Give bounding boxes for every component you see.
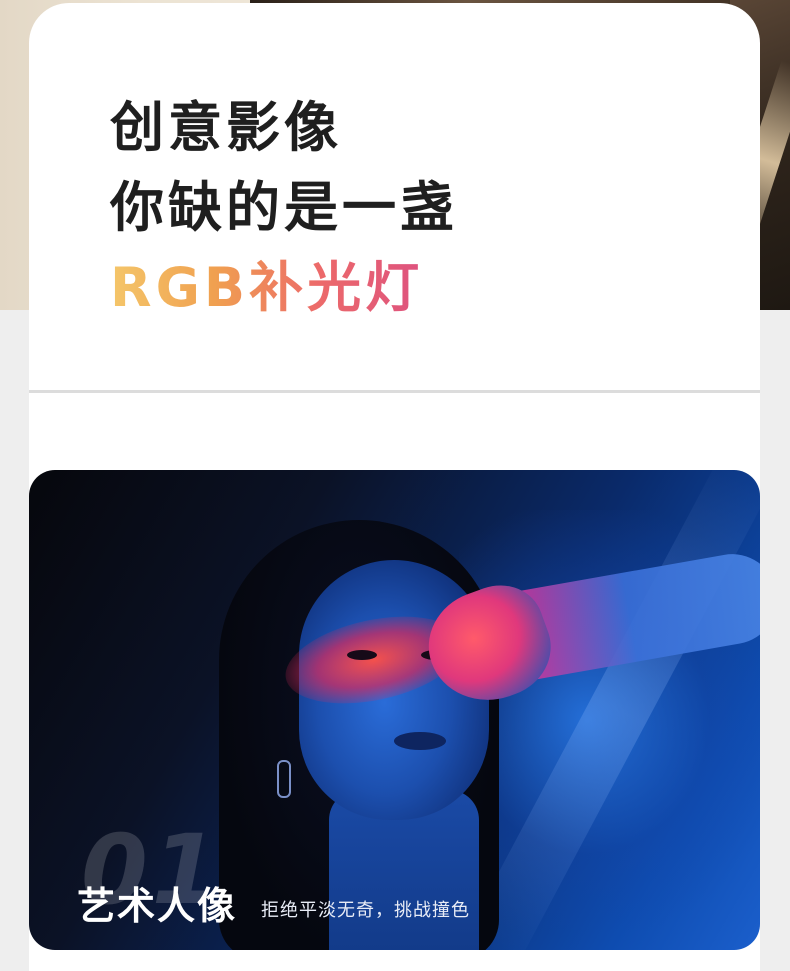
feature-subtitle: 拒绝平淡无奇，挑战撞色 [261, 900, 470, 921]
hero-headline: 创意影像 你缺的是一盏 RGB补光灯 [110, 88, 458, 328]
portrait-lips [394, 732, 446, 750]
hero-line-2: 你缺的是一盏 [110, 176, 458, 239]
feature-title: 艺术人像 [77, 884, 238, 928]
portrait-eye-left [347, 650, 377, 660]
hero-line-1: 创意影像 [110, 96, 342, 159]
hero-line-3-gradient: RGB补光灯 [110, 248, 458, 328]
section-divider [29, 390, 760, 393]
earring-icon [277, 760, 291, 798]
feature-card-art-portrait[interactable]: 01 艺术人像 拒绝平淡无奇，挑战撞色 [29, 470, 760, 950]
